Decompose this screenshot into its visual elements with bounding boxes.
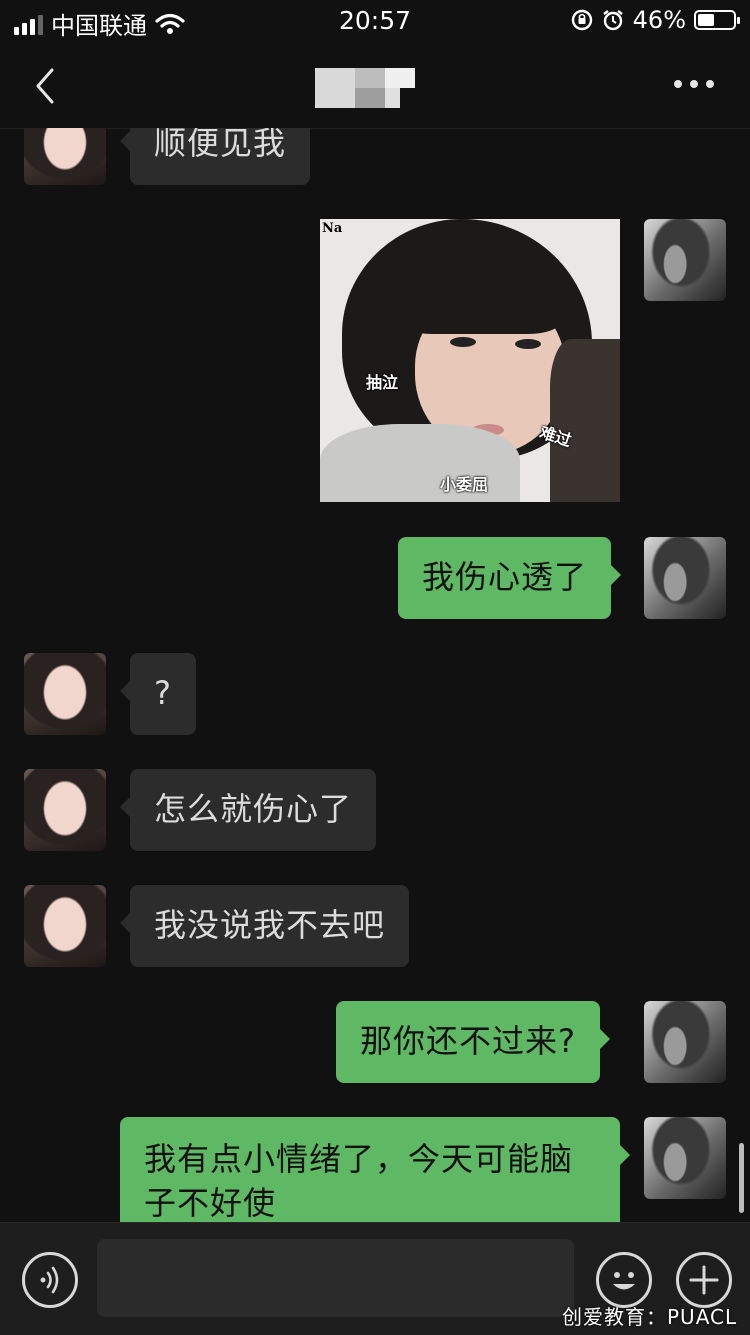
voice-icon[interactable] <box>22 1252 78 1308</box>
contact-avatar[interactable] <box>24 653 106 735</box>
alarm-icon <box>602 10 623 31</box>
my-avatar[interactable] <box>644 1001 726 1083</box>
my-avatar[interactable] <box>644 219 726 301</box>
plus-icon[interactable] <box>676 1252 732 1308</box>
message-input[interactable] <box>97 1239 574 1317</box>
back-chevron-icon[interactable] <box>30 66 60 106</box>
contact-avatar[interactable] <box>24 769 106 851</box>
status-bar: 中国联通 20:57 46% <box>0 0 750 44</box>
my-avatar[interactable] <box>644 537 726 619</box>
chat-header <box>0 44 750 129</box>
battery-icon <box>694 10 740 30</box>
sticker-image[interactable]: Na 抽泣 难过 小委屈 <box>320 219 620 502</box>
orientation-lock-icon <box>571 9 592 31</box>
contact-name-blurred <box>315 68 415 108</box>
message-bubble-outgoing[interactable]: 那你还不过来? <box>336 1001 610 1083</box>
message-list[interactable]: 顺便见我 Na 抽泣 难过 小委屈 我伤心透了 ? 怎么就伤心了 我没说我不去吧… <box>0 128 750 1222</box>
contact-avatar[interactable] <box>24 128 106 185</box>
message-bubble-outgoing[interactable]: 我有点小情绪了，今天可能脑子不好使 <box>120 1117 630 1222</box>
watermark-text: 创爱教育：PUACL <box>562 1305 738 1329</box>
emoji-icon[interactable] <box>596 1252 652 1308</box>
sticker-label: 小委屈 <box>440 475 489 494</box>
message-bubble-outgoing[interactable]: 我伤心透了 <box>398 537 622 619</box>
message-bubble-incoming[interactable]: 我没说我不去吧 <box>119 885 410 967</box>
contact-avatar[interactable] <box>24 885 106 967</box>
sticker-watermark: Na <box>322 221 343 236</box>
more-options-icon[interactable] <box>674 80 714 88</box>
battery-percent: 46% <box>632 6 686 34</box>
my-avatar[interactable] <box>644 1117 726 1199</box>
message-bubble-incoming[interactable]: ? <box>120 653 196 735</box>
message-bubble-incoming[interactable]: 顺便见我 <box>119 128 311 185</box>
scrollbar[interactable] <box>739 1143 744 1213</box>
message-bubble-incoming[interactable]: 怎么就伤心了 <box>119 769 377 851</box>
sticker-label: 抽泣 <box>366 373 399 392</box>
